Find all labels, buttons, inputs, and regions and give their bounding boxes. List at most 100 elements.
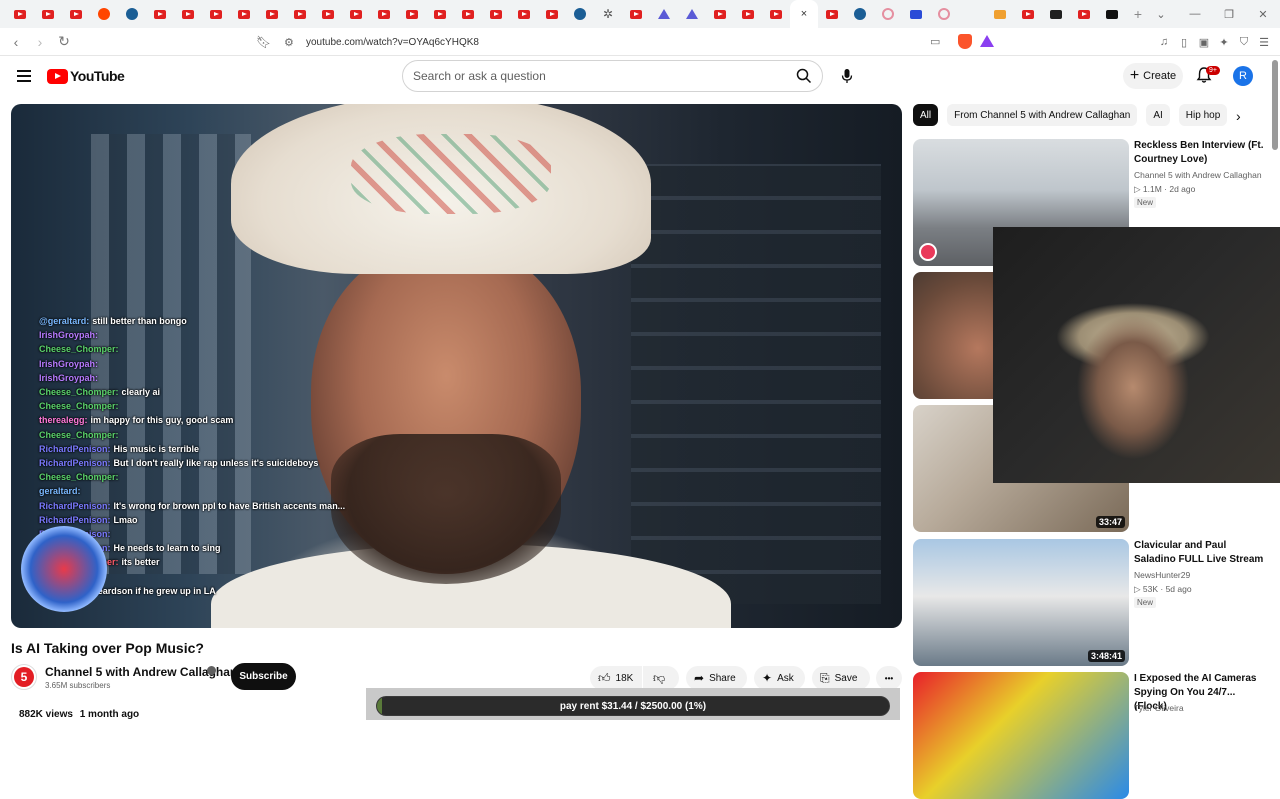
media-icon[interactable]: ♫	[1154, 36, 1174, 48]
browser-tab[interactable]	[1014, 0, 1042, 28]
subscribe-button[interactable]: Subscribe	[231, 663, 296, 690]
pink-favicon-icon	[882, 8, 894, 20]
browser-tab[interactable]	[986, 0, 1014, 28]
browser-tab[interactable]	[706, 0, 734, 28]
account-avatar[interactable]: R	[1233, 66, 1253, 86]
browser-tab[interactable]	[1042, 0, 1070, 28]
browser-tab[interactable]	[1070, 0, 1098, 28]
reload-icon[interactable]: ↻	[54, 33, 74, 50]
url-text[interactable]: youtube.com/watch?v=OYAq6cYHQK8	[306, 37, 479, 48]
more-actions-button[interactable]: •••	[876, 666, 902, 690]
sparkle-icon: ✦	[762, 671, 773, 685]
filter-chip[interactable]: All	[913, 104, 939, 126]
video-player[interactable]: @geraltard: still better than bongo IrishG…	[11, 104, 902, 628]
browser-tab[interactable]	[734, 0, 762, 28]
browser-tab[interactable]	[314, 0, 342, 28]
voice-search-mic-icon[interactable]	[833, 62, 861, 90]
browser-tab[interactable]	[454, 0, 482, 28]
browser-tab[interactable]	[34, 0, 62, 28]
rec-item-4[interactable]: 3:48:41 Clavicular and Paul Saladino FUL…	[913, 539, 1273, 666]
brave-shields-icon[interactable]	[958, 34, 972, 49]
channel-avatar[interactable]: 5	[11, 664, 37, 690]
cast-icon[interactable]: ▭	[930, 35, 940, 48]
page-scrollbar[interactable]	[1272, 60, 1278, 150]
filter-chip[interactable]: From Channel 5 with Andrew Callaghan	[947, 104, 1138, 126]
browser-tab[interactable]	[258, 0, 286, 28]
youtube-favicon-icon	[714, 9, 726, 19]
rec-channel[interactable]: Channel 5 with Andrew Callaghan	[1134, 170, 1262, 180]
browser-tab[interactable]	[482, 0, 510, 28]
browser-tab[interactable]	[678, 0, 706, 28]
wallet-icon[interactable]: ▣	[1194, 36, 1214, 49]
browser-tab[interactable]	[650, 0, 678, 28]
search-input[interactable]: Search or ask a question	[413, 69, 786, 83]
chat-username: Cheese_Chomper:	[39, 472, 119, 483]
rec-title[interactable]: Reckless Ben Interview (Ft. Courtney Lov…	[1134, 139, 1266, 167]
browser-tab[interactable]	[1098, 0, 1126, 28]
ai-icon[interactable]: ✦	[1214, 36, 1234, 49]
youtube-logo[interactable]: YouTube	[47, 68, 125, 84]
omnibox[interactable]: 🔖︎ ⚙ youtube.com/watch?v=OYAq6cYHQK8	[256, 30, 1000, 54]
restore-icon[interactable]: ❐	[1212, 8, 1246, 21]
active-tab-close-icon[interactable]: ×	[790, 0, 818, 28]
minimize-icon[interactable]: —	[1178, 8, 1212, 20]
browser-tab[interactable]	[230, 0, 258, 28]
browser-tab[interactable]	[174, 0, 202, 28]
close-window-icon[interactable]: ✕	[1246, 8, 1280, 21]
chat-username: geraltard:	[39, 486, 81, 497]
browser-tab[interactable]: ✲	[594, 0, 622, 28]
browser-tab[interactable]	[398, 0, 426, 28]
site-info-icon[interactable]: ⚙	[284, 36, 302, 49]
shield-icon[interactable]: ⛉	[1234, 36, 1254, 49]
browser-tab[interactable]	[818, 0, 846, 28]
search-icon[interactable]	[786, 61, 822, 91]
brave-rewards-icon[interactable]	[980, 35, 994, 47]
browser-tab[interactable]	[846, 0, 874, 28]
bookmark-icon[interactable]: 🔖︎	[256, 35, 274, 49]
chat-message: Cheese_Chomper:	[39, 428, 459, 442]
back-icon[interactable]: ‹	[6, 34, 26, 50]
filter-chip[interactable]: AI	[1146, 104, 1170, 126]
browser-tab[interactable]	[342, 0, 370, 28]
search-box[interactable]: Search or ask a question	[402, 60, 823, 92]
browser-tab[interactable]	[202, 0, 230, 28]
filter-chip[interactable]: Hip hop	[1178, 104, 1228, 126]
forward-icon[interactable]: ›	[30, 34, 50, 50]
rec-title[interactable]: Clavicular and Paul Saladino FULL Live S…	[1134, 539, 1266, 567]
menu-icon[interactable]: ☰	[1254, 36, 1274, 49]
save-button[interactable]: ⎘ Save	[812, 666, 870, 690]
browser-tab[interactable]	[62, 0, 90, 28]
browser-tab[interactable]	[118, 0, 146, 28]
browser-tab[interactable]	[762, 0, 790, 28]
browser-tab[interactable]	[426, 0, 454, 28]
chips-next-chevron-icon[interactable]: ›	[1236, 108, 1241, 124]
hamburger-menu-icon[interactable]	[17, 70, 31, 82]
rec-item-5[interactable]: I Exposed the AI Cameras Spying On You 2…	[913, 672, 1273, 799]
ask-button[interactable]: ✦ Ask	[754, 666, 805, 690]
browser-tab[interactable]	[930, 0, 958, 28]
like-button[interactable]: 👍︎ 18K	[590, 666, 642, 690]
browser-tab[interactable]	[286, 0, 314, 28]
browser-tab[interactable]	[6, 0, 34, 28]
rec-channel[interactable]: NewsHunter29	[1134, 570, 1190, 580]
rec-duration: 3:48:41	[1087, 650, 1125, 662]
browser-tab[interactable]	[510, 0, 538, 28]
browser-tab[interactable]	[90, 0, 118, 28]
share-button[interactable]: ➦ Share	[686, 666, 747, 690]
browser-tab[interactable]	[902, 0, 930, 28]
browser-tab[interactable]	[538, 0, 566, 28]
rec-channel[interactable]: Tyler Oliveira	[1134, 703, 1184, 713]
chat-username: IrishGroypah:	[39, 372, 99, 383]
rec-thumbnail[interactable]	[913, 672, 1129, 799]
browser-tab[interactable]	[958, 0, 986, 28]
create-button[interactable]: + Create	[1123, 63, 1183, 89]
tab-search-icon[interactable]: ⌄	[1144, 8, 1178, 21]
rec-thumbnail[interactable]: 3:48:41	[913, 539, 1129, 666]
browser-tab[interactable]	[370, 0, 398, 28]
sidebar-icon[interactable]: ▯	[1174, 36, 1194, 49]
browser-tab[interactable]	[566, 0, 594, 28]
browser-tab[interactable]	[146, 0, 174, 28]
dislike-button[interactable]: 👎︎	[643, 666, 679, 690]
browser-tab[interactable]	[874, 0, 902, 28]
browser-tab[interactable]	[622, 0, 650, 28]
